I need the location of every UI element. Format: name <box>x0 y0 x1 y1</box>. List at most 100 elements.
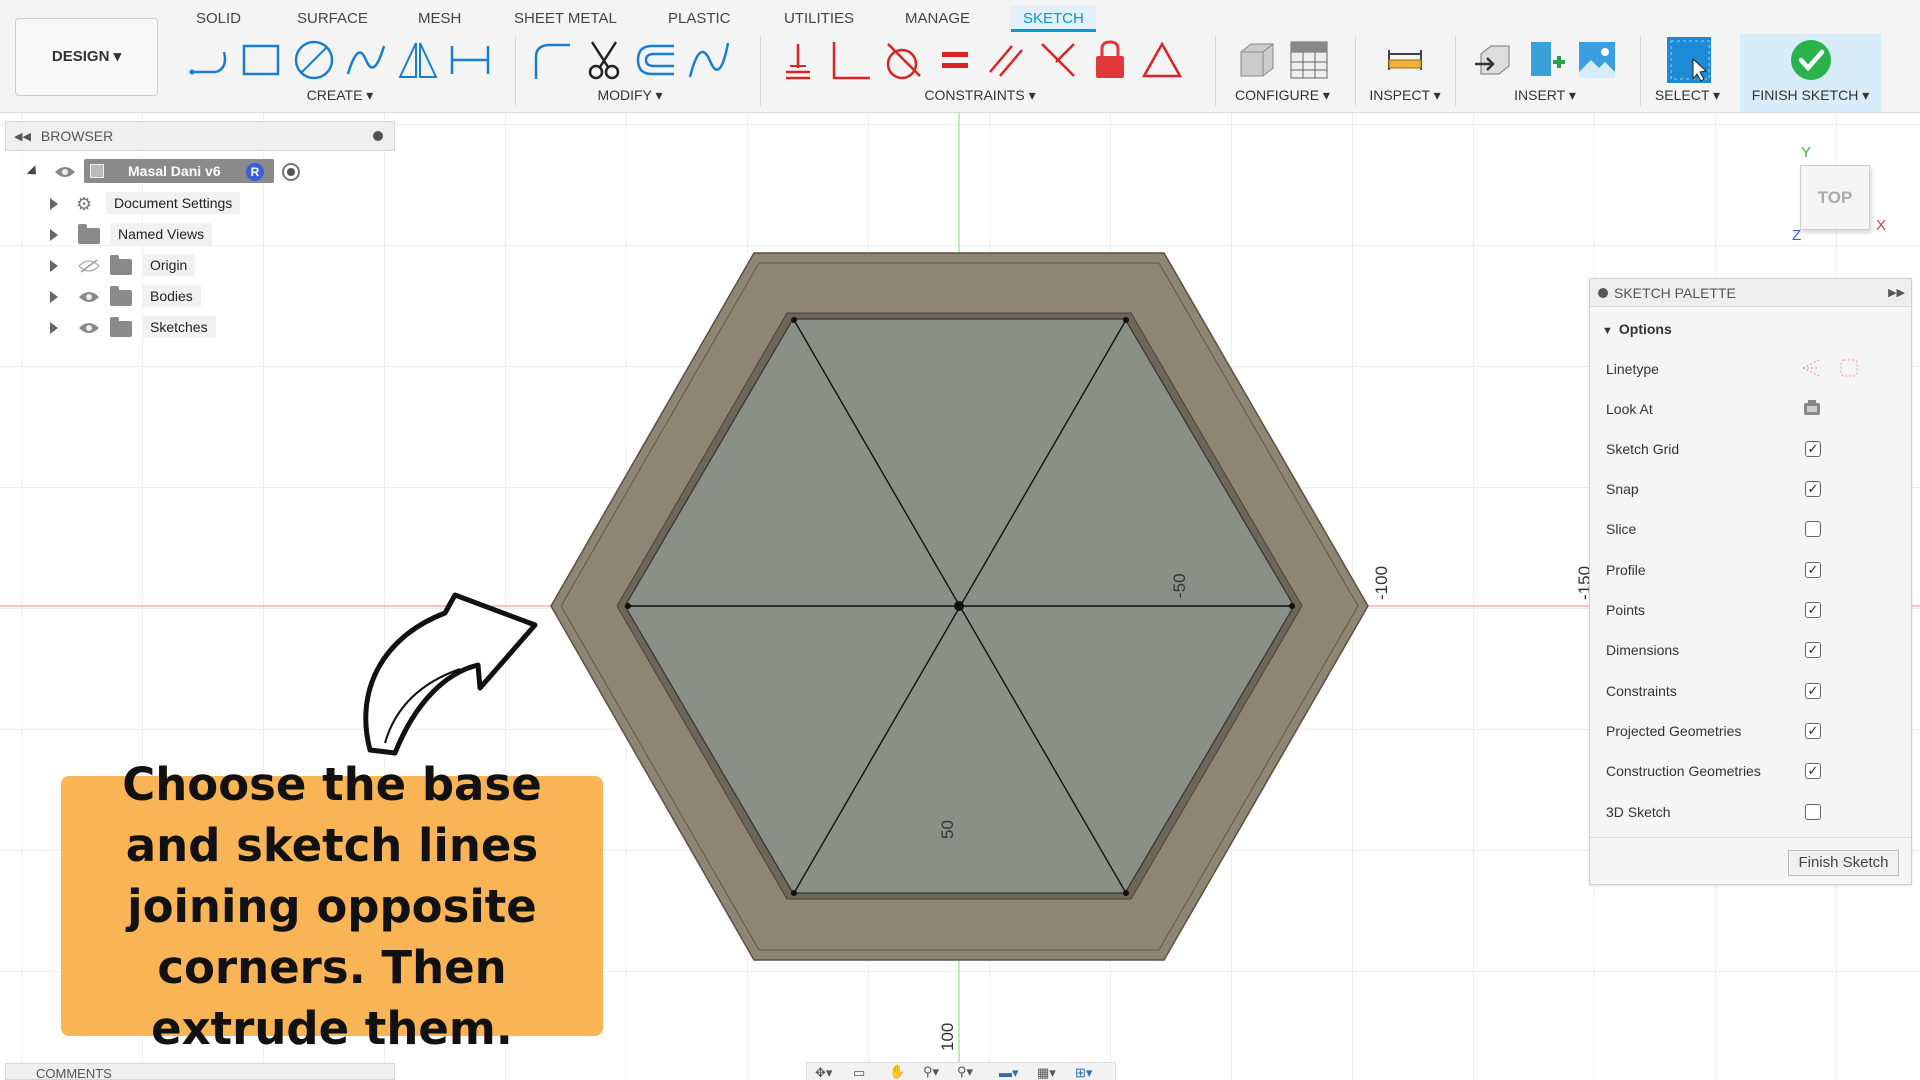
perpendicular-constraint-icon[interactable] <box>827 37 873 83</box>
palette-pin-icon[interactable] <box>1598 287 1608 298</box>
finish-sketch-group[interactable]: FINISH SKETCH ▾ <box>1740 34 1881 112</box>
tab-sheet-metal[interactable]: SHEET METAL <box>502 6 629 32</box>
navigation-bar: ✥▾ ▭ ✋ ⚲▾ ⚲▾ ▬▾ ▦▾ ⊞▾ <box>806 1062 1116 1080</box>
tab-mesh[interactable]: MESH <box>406 6 473 32</box>
modify-menu[interactable]: MODIFY ▾ <box>520 87 740 104</box>
design-workspace-button[interactable]: DESIGN ▾ <box>15 18 158 96</box>
look-at-nav-icon[interactable]: ▭ <box>853 1065 865 1080</box>
circle-tool-icon[interactable] <box>291 37 337 83</box>
fix-lock-icon[interactable] <box>1087 37 1133 83</box>
line-tool-icon[interactable] <box>187 37 233 83</box>
options-section-header[interactable]: ▼ Options <box>1602 321 1672 337</box>
insert-menu[interactable]: INSERT ▾ <box>1460 87 1630 104</box>
offset-tool-icon[interactable] <box>633 37 679 83</box>
tab-utilities[interactable]: UTILITIES <box>772 6 866 32</box>
browser-item-named-views[interactable]: Named Views <box>50 221 270 249</box>
tab-manage[interactable]: MANAGE <box>893 6 982 32</box>
viewcube-x-axis-label: X <box>1876 217 1887 234</box>
zoom-icon[interactable]: ⚲▾ <box>923 1064 939 1080</box>
visibility-eye-icon[interactable] <box>78 290 100 304</box>
configure-menu[interactable]: CONFIGURE ▾ <box>1220 87 1345 104</box>
finish-sketch-check-icon[interactable] <box>1788 37 1834 83</box>
equal-constraint-icon[interactable] <box>931 37 977 83</box>
construction-geometries-checkbox[interactable]: ✓ <box>1805 763 1821 779</box>
hidden-eye-icon[interactable] <box>78 259 100 273</box>
finish-sketch-menu[interactable]: FINISH SKETCH ▾ <box>1740 87 1881 104</box>
fit-icon[interactable]: ⚲▾ <box>957 1064 973 1080</box>
insert-mcmaster-icon[interactable] <box>1522 37 1568 83</box>
browser-item-label: Origin <box>142 254 196 276</box>
curve-tool-icon[interactable] <box>685 37 731 83</box>
snap-checkbox[interactable]: ✓ <box>1805 481 1821 497</box>
expand-triangle-icon[interactable] <box>26 165 41 179</box>
slice-checkbox[interactable] <box>1805 521 1821 537</box>
viewcube[interactable]: TOP <box>1800 165 1870 230</box>
parallel-constraint-icon[interactable] <box>983 37 1029 83</box>
points-checkbox[interactable]: ✓ <box>1805 602 1821 618</box>
look-at-icon[interactable] <box>1802 398 1822 418</box>
expand-panel-icon[interactable]: ▶▶ <box>1888 286 1905 299</box>
pan-hand-icon[interactable]: ✋ <box>889 1064 905 1080</box>
insert-canvas-image-icon[interactable] <box>1574 37 1620 83</box>
linetype-construction-icon[interactable] <box>1799 357 1859 379</box>
visibility-eye-icon[interactable] <box>78 321 100 335</box>
configure-box-icon[interactable] <box>1234 37 1280 83</box>
expand-triangle-icon[interactable] <box>50 291 58 303</box>
tab-surface[interactable]: SURFACE <box>285 6 380 32</box>
rectangle-tool-icon[interactable] <box>239 37 285 83</box>
create-menu[interactable]: CREATE ▾ <box>170 87 510 104</box>
browser-item-origin[interactable]: Origin <box>50 252 270 280</box>
sketch-palette-header[interactable]: SKETCH PALETTE ▶▶ <box>1590 279 1911 307</box>
browser-item-bodies[interactable]: Bodies <box>50 283 270 311</box>
comments-panel[interactable]: COMMENTS <box>5 1063 395 1080</box>
browser-item-document-settings[interactable]: ⚙ Document Settings <box>50 190 270 218</box>
visibility-eye-icon[interactable] <box>54 165 76 179</box>
select-menu[interactable]: SELECT ▾ <box>1645 87 1730 104</box>
measure-ruler-icon[interactable] <box>1382 37 1428 83</box>
dimensions-checkbox[interactable]: ✓ <box>1805 642 1821 658</box>
finish-sketch-button[interactable]: Finish Sketch <box>1788 850 1899 876</box>
mirror-tool-icon[interactable] <box>395 37 441 83</box>
separator <box>760 36 761 106</box>
insert-derive-icon[interactable] <box>1470 37 1516 83</box>
dimension-tool-icon[interactable] <box>447 37 493 83</box>
3d-sketch-checkbox[interactable] <box>1805 804 1821 820</box>
expand-triangle-icon[interactable] <box>50 322 58 334</box>
separator <box>1640 36 1641 106</box>
folder-icon <box>110 255 132 275</box>
orbit-icon[interactable]: ✥▾ <box>815 1065 832 1080</box>
trim-scissors-icon[interactable] <box>581 37 627 83</box>
browser-pin-icon[interactable] <box>373 131 383 141</box>
expand-triangle-icon[interactable] <box>50 260 58 272</box>
tab-plastic[interactable]: PLASTIC <box>656 6 743 32</box>
select-cursor-icon[interactable] <box>1665 37 1711 83</box>
viewports-icon[interactable]: ⊞▾ <box>1075 1065 1092 1080</box>
browser-header[interactable]: ◀◀ BROWSER <box>5 121 395 151</box>
display-settings-icon[interactable]: ▬▾ <box>999 1065 1019 1080</box>
tangent-constraint-icon[interactable] <box>879 37 925 83</box>
expand-triangle-icon[interactable] <box>50 198 58 210</box>
tab-sketch[interactable]: SKETCH <box>1011 6 1096 32</box>
configure-table-icon[interactable] <box>1286 37 1332 83</box>
sketch-point <box>791 890 797 896</box>
horizontal-vertical-constraint-icon[interactable] <box>775 37 821 83</box>
fillet-tool-icon[interactable] <box>529 37 575 83</box>
browser-item-sketches[interactable]: Sketches <box>50 314 270 342</box>
collapse-panel-icon[interactable]: ◀◀ <box>14 130 31 143</box>
constraints-checkbox[interactable]: ✓ <box>1805 683 1821 699</box>
spline-tool-icon[interactable] <box>343 37 389 83</box>
grid-settings-icon[interactable]: ▦▾ <box>1037 1065 1056 1080</box>
activate-radio-icon[interactable] <box>282 163 300 181</box>
tab-solid[interactable]: SOLID <box>184 6 253 32</box>
projected-geometries-checkbox[interactable]: ✓ <box>1805 723 1821 739</box>
sketch-grid-checkbox[interactable]: ✓ <box>1805 441 1821 457</box>
sketch-center-point <box>954 601 964 611</box>
constraints-menu[interactable]: CONSTRAINTS ▾ <box>765 87 1195 104</box>
triangle-constraint-icon[interactable] <box>1139 37 1185 83</box>
expand-triangle-icon[interactable] <box>50 229 58 241</box>
collapse-triangle-icon: ▼ <box>1602 325 1613 337</box>
browser-root-row[interactable]: Masal Dani v6 R <box>26 158 308 186</box>
coincident-constraint-icon[interactable] <box>1035 37 1081 83</box>
profile-checkbox[interactable]: ✓ <box>1805 562 1821 578</box>
inspect-menu[interactable]: INSPECT ▾ <box>1360 87 1450 104</box>
